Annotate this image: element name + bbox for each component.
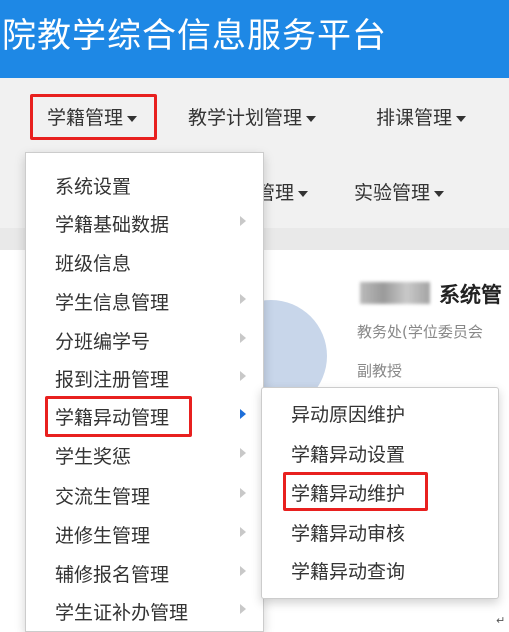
menu-item-rewards-penalties[interactable]: 学生奖惩	[26, 435, 263, 473]
caret-down-icon	[456, 115, 467, 122]
chevron-right-icon	[240, 333, 246, 343]
highlight-xueji-nav	[30, 94, 157, 140]
menu-item-registration[interactable]: 报到注册管理	[26, 358, 263, 396]
nav-teaching-plan-menu[interactable]: 教学计划管理	[188, 103, 317, 130]
chevron-right-icon	[240, 409, 246, 419]
caret-down-icon	[298, 190, 309, 197]
chevron-right-icon	[240, 604, 246, 614]
site-title: 院教学综合信息服务平台	[2, 16, 387, 56]
redacted-name	[360, 282, 430, 304]
menu-item-exchange-students[interactable]: 交流生管理	[26, 475, 263, 513]
menu-item-label: 学生信息管理	[55, 292, 170, 314]
submenu-item-query[interactable]: 学籍异动查询	[291, 557, 405, 584]
menu-item-label: 学籍基础数据	[55, 214, 170, 236]
corner-mark: ↵	[496, 614, 506, 627]
chevron-right-icon	[240, 488, 246, 498]
xueji-dropdown-menu: 系统设置 学籍基础数据 班级信息 学生信息管理 分班编学号 报到注册管理 学籍异…	[25, 152, 264, 632]
user-title: 副教授	[357, 362, 403, 380]
chevron-right-icon	[240, 527, 246, 537]
menu-item-basic-data[interactable]: 学籍基础数据	[26, 203, 263, 241]
chevron-right-icon	[240, 216, 246, 226]
menu-item-label: 系统设置	[55, 176, 132, 198]
user-department: 教务处(学位委员会	[357, 323, 483, 341]
submenu-item-settings[interactable]: 学籍异动设置	[291, 440, 405, 467]
menu-item-label: 报到注册管理	[55, 369, 170, 391]
menu-item-label: 班级信息	[55, 253, 132, 275]
menu-item-label: 学生奖惩	[55, 446, 132, 468]
highlight-maintenance	[283, 472, 428, 511]
caret-down-icon	[434, 190, 445, 197]
caret-down-icon	[306, 115, 317, 122]
user-name: 系统管	[439, 283, 502, 307]
menu-item-student-info[interactable]: 学生信息管理	[26, 281, 263, 319]
menu-item-system-settings[interactable]: 系统设置	[26, 165, 263, 203]
menu-item-label: 学生证补办管理	[55, 602, 189, 624]
menu-item-student-card[interactable]: 学生证补办管理	[26, 591, 263, 629]
chevron-right-icon	[240, 294, 246, 304]
menu-item-label: 进修生管理	[55, 525, 151, 547]
nav-lab-label: 实验管理	[354, 182, 431, 204]
header-banner: 院教学综合信息服务平台	[0, 0, 509, 78]
menu-item-minor-registration[interactable]: 辅修报名管理	[26, 553, 263, 591]
nav-lab-menu[interactable]: 实验管理	[354, 178, 445, 205]
highlight-status-change	[45, 396, 192, 437]
nav-teaching-plan-label: 教学计划管理	[188, 107, 303, 129]
chevron-right-icon	[240, 566, 246, 576]
menu-item-visiting-students[interactable]: 进修生管理	[26, 514, 263, 552]
nav-schedule-menu[interactable]: 排课管理	[376, 103, 467, 130]
nav-schedule-label: 排课管理	[376, 107, 453, 129]
menu-item-class-info[interactable]: 班级信息	[26, 242, 263, 280]
submenu-item-review[interactable]: 学籍异动审核	[291, 519, 405, 546]
menu-item-label: 辅修报名管理	[55, 564, 170, 586]
chevron-right-icon	[240, 371, 246, 381]
menu-item-label: 分班编学号	[55, 331, 151, 353]
submenu-item-reason[interactable]: 异动原因维护	[291, 400, 405, 427]
chevron-right-icon	[240, 448, 246, 458]
menu-item-class-numbering[interactable]: 分班编学号	[26, 320, 263, 358]
menu-item-label: 交流生管理	[55, 486, 151, 508]
